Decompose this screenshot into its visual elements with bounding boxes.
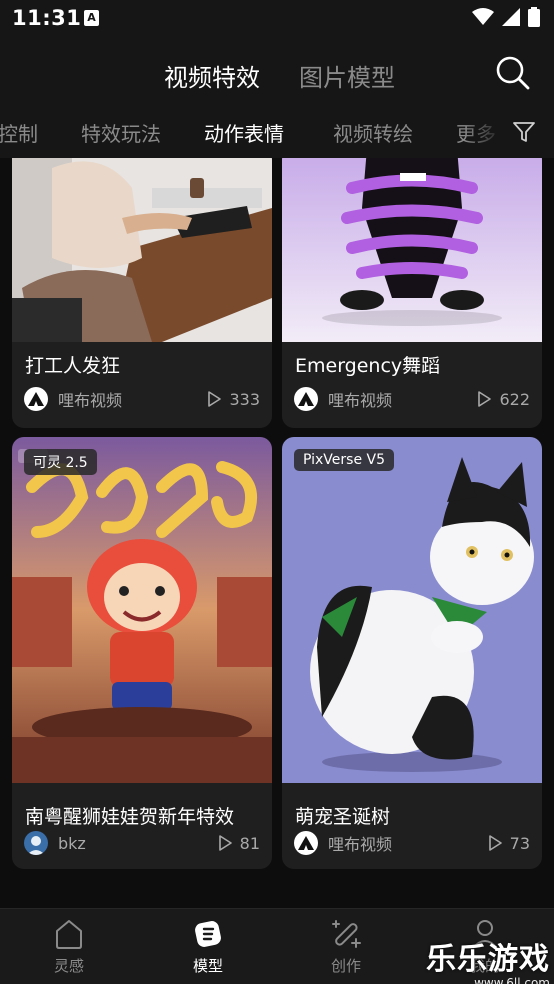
model-icon [195,921,221,947]
card-thumbnail [12,158,272,342]
effects-feed[interactable]: 打工人发狂 哩布视频 333 Emergency舞蹈 哩布视频 622 可灵 2… [0,158,554,908]
nav-label: 创作 [330,957,361,975]
card-title: 南粤醒狮娃娃贺新年特效 [25,806,235,828]
wifi-icon [472,8,494,25]
watermark-main: 乐乐游戏 [426,942,550,977]
category-fade [464,108,504,158]
tab-image-models[interactable]: 图片模型 [299,58,395,93]
effect-card[interactable]: PixVerse V5 萌宠圣诞树 哩布视频 73 [282,437,542,869]
nav-label: 灵感 [53,957,84,975]
model-badge: 可灵 2.5 [24,449,97,475]
card-meta: 哩布视频 622 [294,386,530,412]
nav-item-models[interactable]: 模型 [163,917,253,976]
tab-video-effects[interactable]: 视频特效 [164,58,260,93]
category-tab-motion[interactable]: 动作表情 [204,118,284,147]
card-meta: 哩布视频 333 [24,386,260,412]
author-avatar [294,387,318,411]
nav-item-inspiration[interactable]: 灵感 [24,917,114,976]
card-author: bkz [58,833,86,853]
effect-card[interactable]: 可灵 2.5 南粤醒狮娃娃贺新年特效 bkz 81 [12,437,272,869]
play-icon [478,391,492,407]
effect-card[interactable]: Emergency舞蹈 哩布视频 622 [282,158,542,428]
card-thumbnail [282,158,542,342]
play-count-value: 622 [499,389,530,409]
card-meta: 哩布视频 73 [294,830,530,856]
card-meta: bkz 81 [24,830,260,856]
author-avatar [294,831,318,855]
user-avatar-icon [27,836,45,855]
card-thumbnail [12,437,272,783]
play-count: 73 [488,834,530,853]
play-count-value: 81 [239,833,260,853]
top-header: 视频特效 图片模型 [0,38,554,108]
play-count-value: 333 [229,389,260,409]
nav-label: 模型 [192,957,223,975]
effect-card[interactable]: 打工人发狂 哩布视频 333 [12,158,272,428]
card-author: 哩布视频 [328,835,393,854]
category-tab-control[interactable]: 控制 [0,118,38,147]
model-badge: PixVerse V5 [294,449,395,471]
card-title: 打工人发狂 [25,355,121,377]
magic-wand-icon [332,920,361,948]
play-count: 622 [477,390,530,409]
card-title: Emergency舞蹈 [295,355,441,377]
card-thumbnail [282,437,542,783]
play-icon [218,835,232,851]
play-icon [488,835,502,851]
battery-icon [528,7,540,27]
liblib-logo-icon [298,392,314,406]
nav-item-create[interactable]: 创作 [301,917,391,976]
notification-icon: A [84,10,99,26]
status-icons [472,7,540,27]
signal-icon [502,8,520,26]
status-bar: 11:31 A [0,0,554,38]
status-time: 11:31 [12,6,82,30]
liblib-logo-icon [28,392,44,406]
author-avatar [24,387,48,411]
watermark: 乐乐游戏 www.6ll.com [426,934,550,984]
play-count: 81 [218,834,260,853]
play-count: 333 [207,390,260,409]
home-icon [56,920,82,949]
card-author: 哩布视频 [58,391,123,410]
category-tabs: 控制 特效玩法 动作表情 视频转绘 更多 [0,108,554,158]
card-title: 萌宠圣诞树 [295,806,391,828]
category-tab-video-redraw[interactable]: 视频转绘 [333,118,413,147]
liblib-logo-icon [298,836,314,850]
play-count-value: 73 [509,833,530,853]
play-icon [208,391,222,407]
category-tab-effects[interactable]: 特效玩法 [81,118,161,147]
filter-icon[interactable] [512,120,536,144]
author-avatar [24,831,48,855]
card-author: 哩布视频 [328,391,393,410]
search-icon[interactable] [494,54,530,90]
